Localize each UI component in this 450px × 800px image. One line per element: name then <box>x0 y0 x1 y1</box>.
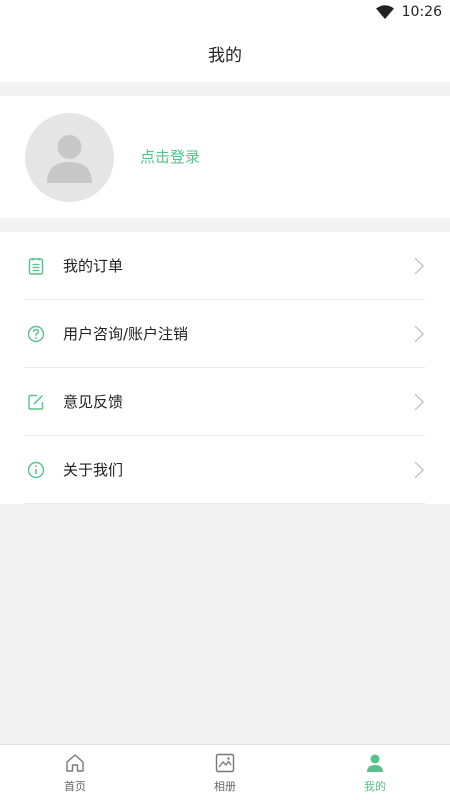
question-circle-icon <box>25 323 47 345</box>
tab-album[interactable]: 相册 <box>150 745 300 800</box>
order-list-icon <box>25 255 47 277</box>
tab-mine[interactable]: 我的 <box>300 745 450 800</box>
menu-item-feedback[interactable]: 意见反馈 <box>25 368 425 436</box>
page-header: 我的 <box>0 24 450 82</box>
status-bar: 10:26 <box>0 0 450 24</box>
info-circle-icon <box>25 459 47 481</box>
menu-item-label: 关于我们 <box>63 461 124 479</box>
tab-label: 首页 <box>64 779 86 793</box>
menu-item-label: 意见反馈 <box>63 393 124 411</box>
chevron-right-icon <box>413 460 425 480</box>
menu-card: 我的订单 用户咨询/账户注销 意见反馈 关于我们 <box>0 232 450 504</box>
chevron-right-icon <box>413 324 425 344</box>
tab-label: 我的 <box>364 779 386 793</box>
edit-square-icon <box>25 391 47 413</box>
menu-item-about[interactable]: 关于我们 <box>25 436 425 504</box>
status-time: 10:26 <box>401 4 442 20</box>
user-placeholder-icon <box>47 135 92 183</box>
menu-item-orders[interactable]: 我的订单 <box>25 232 425 300</box>
tab-label: 相册 <box>214 779 236 793</box>
tab-home[interactable]: 首页 <box>0 745 150 800</box>
bottom-tab-bar: 首页 相册 我的 <box>0 744 450 800</box>
page-title: 我的 <box>208 45 242 66</box>
user-icon <box>364 752 386 774</box>
menu-item-label: 我的订单 <box>63 257 124 275</box>
home-icon <box>64 752 86 774</box>
login-link[interactable]: 点击登录 <box>140 146 200 167</box>
chevron-right-icon <box>413 256 425 276</box>
album-icon <box>214 752 236 774</box>
profile-card: 点击登录 <box>0 96 450 218</box>
wifi-icon <box>375 5 394 19</box>
chevron-right-icon <box>413 392 425 412</box>
menu-item-consult-account[interactable]: 用户咨询/账户注销 <box>25 300 425 368</box>
avatar[interactable] <box>25 113 114 202</box>
menu-item-label: 用户咨询/账户注销 <box>63 325 189 343</box>
